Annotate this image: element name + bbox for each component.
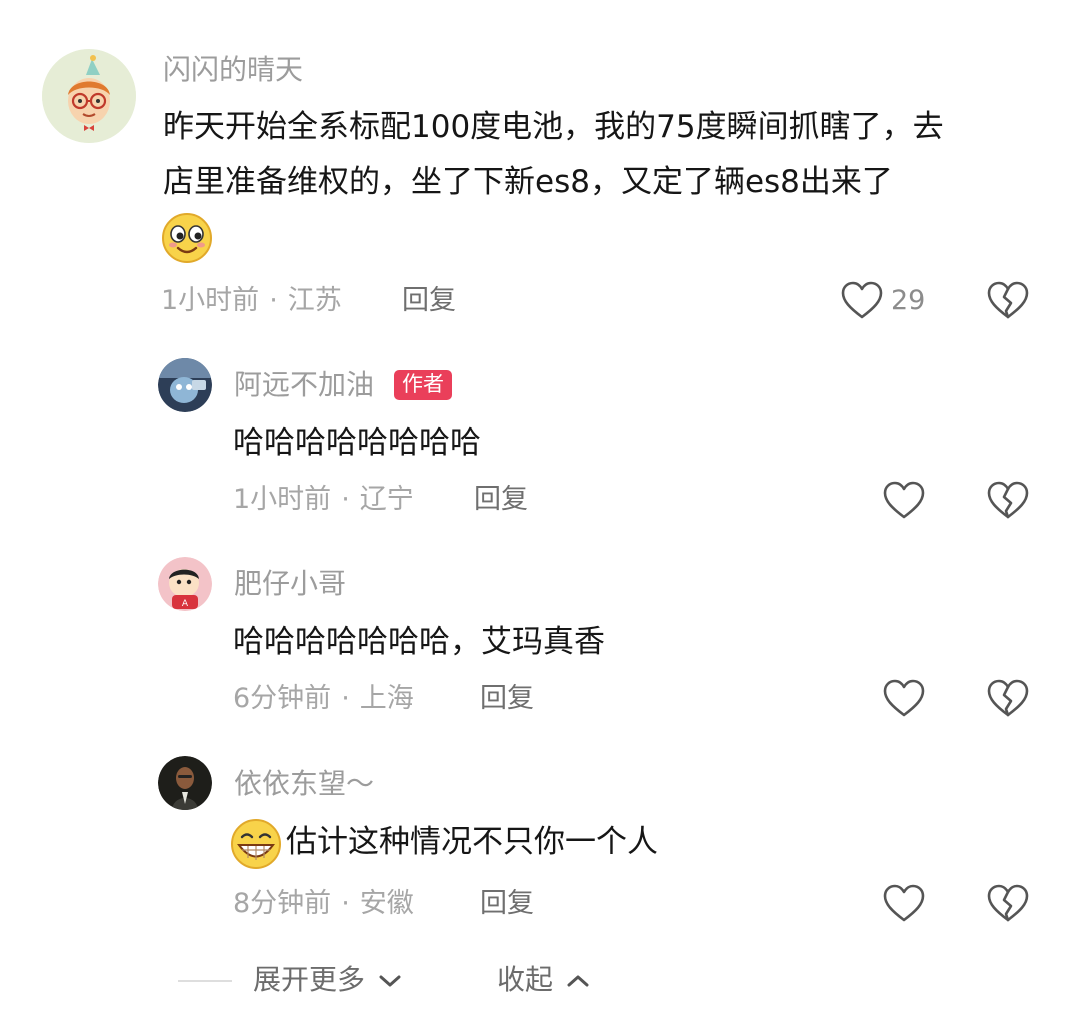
dislike-button[interactable] (986, 280, 1030, 320)
dislike-button[interactable] (986, 678, 1030, 718)
like-button[interactable] (840, 280, 884, 320)
reply-button[interactable]: 回复 (402, 287, 456, 314)
heart-outline-icon (882, 678, 926, 718)
reply-button[interactable]: 回复 (480, 890, 534, 917)
broken-heart-icon (986, 883, 1030, 923)
avatar[interactable] (42, 49, 136, 143)
avatar[interactable] (158, 358, 212, 412)
comment-time: 8分钟前 (233, 888, 332, 919)
comment-time: 6分钟前 (233, 683, 332, 714)
comment-time: 1小时前 (233, 484, 332, 515)
divider (178, 980, 232, 982)
svg-text:A: A (182, 599, 189, 609)
chevron-down-icon (379, 975, 401, 987)
reply-button[interactable]: 回复 (480, 685, 534, 712)
avatar[interactable]: A (158, 557, 212, 611)
comment-meta: 6分钟前 · 上海 (233, 685, 414, 712)
expand-more-button[interactable]: 展开更多 (253, 966, 402, 994)
comment-location: 江苏 (287, 285, 342, 316)
smirk-emoji (161, 212, 213, 264)
heart-outline-icon (882, 883, 926, 923)
heart-outline-icon (882, 480, 926, 520)
dislike-button[interactable] (986, 480, 1030, 520)
comment-username[interactable]: 阿远不加油 (234, 371, 374, 399)
comment-text: 哈哈哈哈哈哈哈哈 (233, 425, 481, 461)
broken-heart-icon (986, 678, 1030, 718)
meta-separator: · (341, 484, 350, 515)
broken-heart-icon (986, 480, 1030, 520)
comment-meta: 1小时前 · 江苏 (161, 287, 342, 314)
expand-more-label: 展开更多 (253, 963, 366, 996)
broken-heart-icon (986, 280, 1030, 320)
reply-button[interactable]: 回复 (474, 486, 528, 513)
meta-separator: · (341, 888, 350, 919)
like-button[interactable] (882, 480, 926, 520)
comment-username[interactable]: 肥仔小哥 (234, 570, 346, 598)
comment-meta: 8分钟前 · 安徽 (233, 890, 414, 917)
comment-meta: 1小时前 · 辽宁 (233, 486, 414, 513)
comment-location: 辽宁 (359, 484, 414, 515)
meta-separator: · (341, 683, 350, 714)
like-count: 29 (891, 285, 926, 316)
comment-username[interactable]: 依依东望～ (234, 770, 374, 798)
chevron-up-icon (567, 975, 589, 987)
dislike-button[interactable] (986, 883, 1030, 923)
like-button[interactable] (882, 883, 926, 923)
collapse-label: 收起 (497, 963, 554, 996)
grin-emoji (230, 818, 282, 870)
comment-username[interactable]: 闪闪的晴天 (163, 56, 303, 84)
meta-separator: · (269, 285, 278, 316)
comment-text-line: 昨天开始全系标配100度电池，我的75度瞬间抓瞎了，去 (163, 109, 944, 145)
collapse-button[interactable]: 收起 (497, 966, 590, 994)
comment-location: 上海 (359, 683, 414, 714)
author-badge: 作者 (394, 370, 452, 400)
comment-time: 1小时前 (161, 285, 260, 316)
comment-location: 安徽 (359, 888, 414, 919)
comment-text: 估计这种情况不只你一个人 (286, 824, 658, 860)
like-button[interactable] (882, 678, 926, 718)
comment-text-line: 店里准备维权的，坐了下新es8，又定了辆es8出来了 (163, 164, 893, 200)
comment-text: 哈哈哈哈哈哈哈，艾玛真香 (233, 624, 605, 660)
heart-outline-icon (840, 280, 884, 320)
avatar[interactable] (158, 756, 212, 810)
